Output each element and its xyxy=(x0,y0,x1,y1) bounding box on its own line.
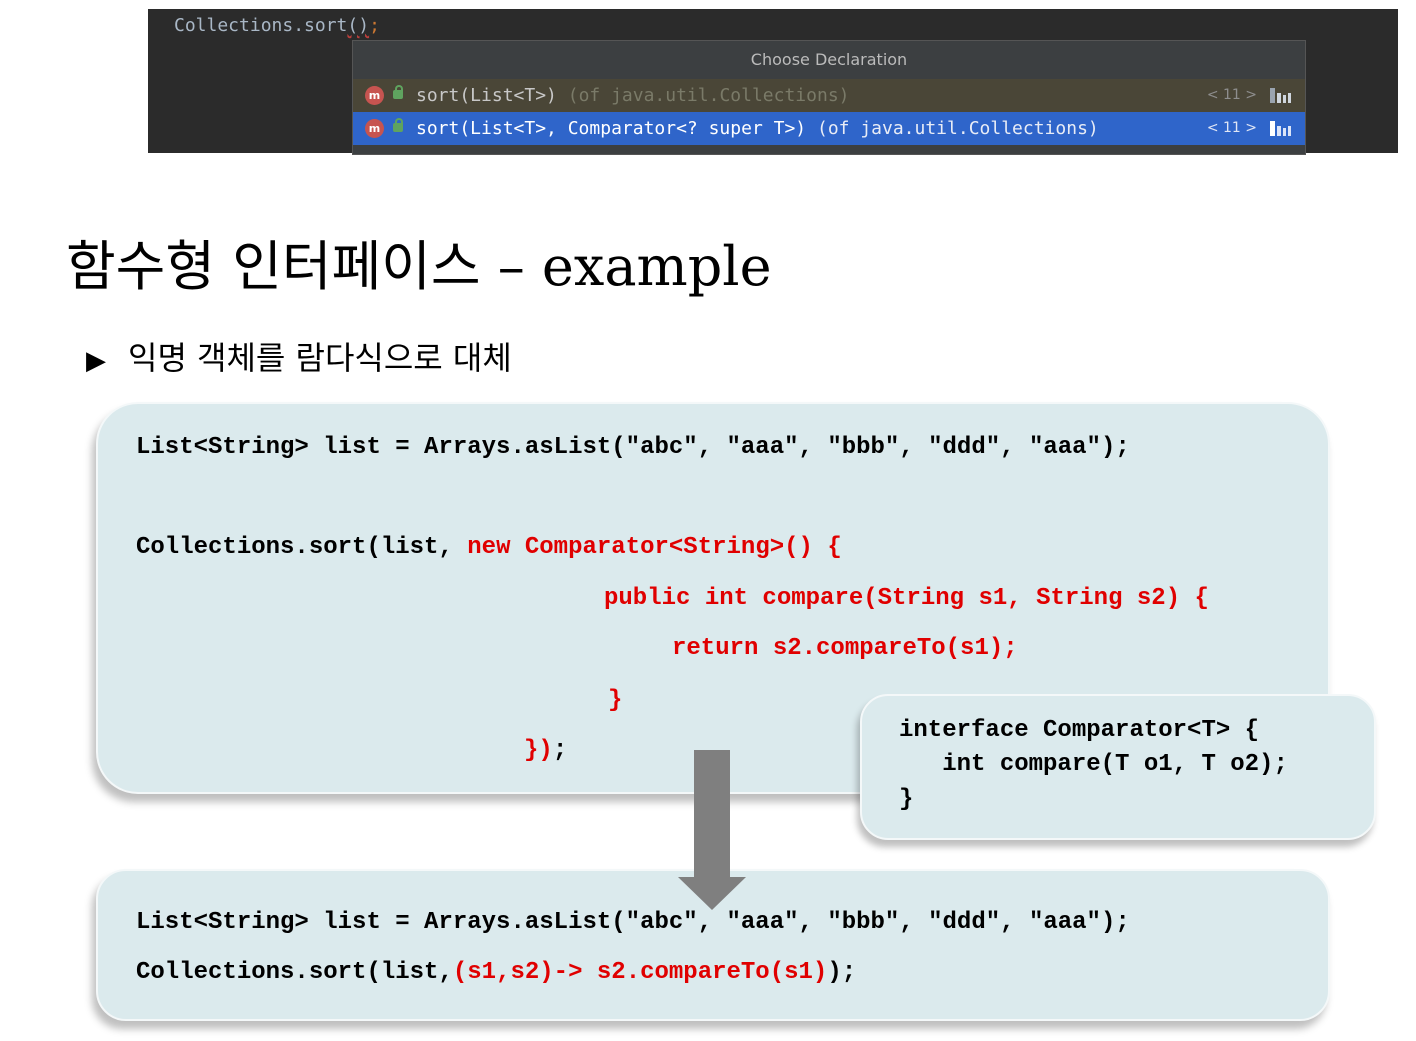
interface-close-line: } xyxy=(899,786,914,813)
bullet-point: ▶ 익명 객체를 람다식으로 대체 xyxy=(86,333,512,379)
code-line-call-close: }); xyxy=(524,737,568,764)
triangle-bullet-icon: ▶ xyxy=(86,346,106,376)
code-parens: () xyxy=(347,15,370,36)
code-method: sort xyxy=(304,15,348,36)
declaration-signature: sort(List<T>) (of java.util.Collections) xyxy=(416,85,850,106)
code-line-lambda-sort: Collections.sort(list,(s1,s2)-> s2.compa… xyxy=(136,959,857,986)
jdk-version-label: < 11 > xyxy=(1206,120,1257,136)
code-line-method-close: } xyxy=(608,687,623,714)
ide-screenshot: Collections.sort(); Choose Declaration m… xyxy=(148,9,1398,155)
code-line-list-decl: List<String> list = Arrays.asList("abc",… xyxy=(136,909,1130,936)
code-line-list-decl: List<String> list = Arrays.asList("abc",… xyxy=(136,434,1130,461)
popup-title: Choose Declaration xyxy=(750,50,908,69)
slide-title: 함수형 인터페이스 – example xyxy=(66,235,772,298)
lock-icon xyxy=(393,118,403,132)
down-arrow-icon xyxy=(678,750,746,910)
declaration-package: (of java.util.Collections) xyxy=(556,85,850,106)
declaration-item-sort-list-comparator[interactable]: m sort(List<T>, Comparator<? super T>) (… xyxy=(353,112,1305,145)
interface-method-line: int compare(T o1, T o2); xyxy=(899,751,1288,778)
jdk-version-label: < 11 > xyxy=(1206,87,1257,103)
code-semicolon: ; xyxy=(369,15,380,36)
code-line-compare-method: public int compare(String s1, String s2)… xyxy=(604,585,1209,612)
declaration-signature: sort(List<T>, Comparator<? super T>) (of… xyxy=(416,118,1099,139)
bullet-text: 익명 객체를 람다식으로 대체 xyxy=(128,339,512,377)
code-line-return: return s2.compareTo(s1); xyxy=(672,635,1018,662)
interface-decl-line: interface Comparator<T> { xyxy=(899,717,1260,744)
library-icon xyxy=(1270,88,1291,103)
library-icon xyxy=(1270,121,1291,136)
method-icon: m xyxy=(365,86,384,105)
lock-icon xyxy=(393,85,403,99)
comparator-interface-box: interface Comparator<T> { int compare(T … xyxy=(860,694,1376,840)
method-icon: m xyxy=(365,119,384,138)
ide-code-line[interactable]: Collections.sort(); xyxy=(174,15,380,36)
declaration-package: (of java.util.Collections) xyxy=(806,118,1099,139)
code-line-sort-call: Collections.sort(list, new Comparator<St… xyxy=(136,534,842,561)
choose-declaration-popup: Choose Declaration m sort(List<T>) (of j… xyxy=(352,40,1306,155)
code-prefix: Collections. xyxy=(174,15,305,36)
declaration-item-sort-list[interactable]: m sort(List<T>) (of java.util.Collection… xyxy=(353,79,1305,112)
